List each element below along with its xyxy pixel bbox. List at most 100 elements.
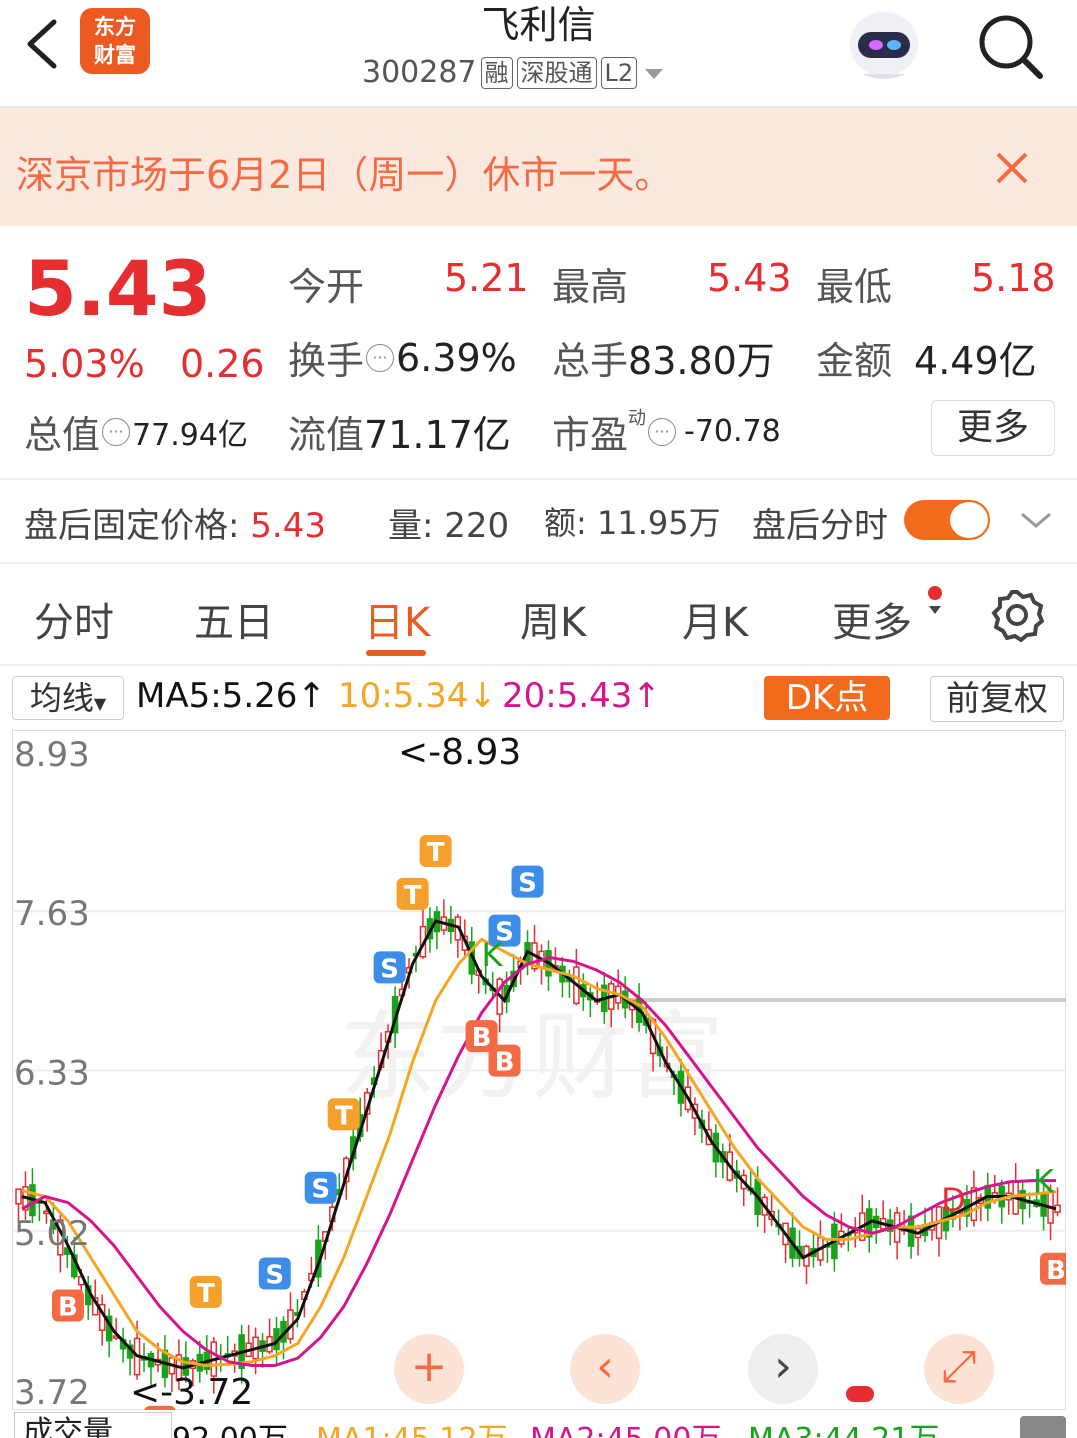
close-icon[interactable] (990, 146, 1034, 190)
ma5-readout: MA5:5.26↑ (136, 676, 326, 716)
volume-selector[interactable]: 成交量 (14, 1412, 172, 1438)
volume-stat: 总手 83.80万 (552, 330, 775, 385)
signal-label: B (472, 1023, 492, 1053)
signal-label: S (265, 1260, 284, 1290)
tab-monthly-k[interactable]: 月K (682, 590, 748, 648)
ma20-readout: 20:5.43↑ (502, 676, 661, 716)
turnover-value: 6.39% (396, 335, 517, 380)
y-tick-label: 5.02 (14, 1214, 90, 1254)
stock-code-row[interactable]: 300287 融 深股通 L2 (362, 55, 667, 90)
info-icon[interactable]: ··· (648, 417, 677, 446)
y-tick-label: 8.93 (14, 735, 90, 775)
robot-assistant-icon[interactable] (842, 4, 926, 84)
after-hours-amount-value: 11.95万 (596, 504, 721, 542)
ma10-readout: 10:5.34↓ (338, 676, 497, 716)
tab-more[interactable]: 更多 (832, 590, 912, 648)
low-label: 最低 (816, 265, 893, 309)
dk-point-button[interactable]: DK点 (764, 676, 890, 720)
open-stat: 今开 (288, 256, 364, 311)
max-price-label: <-8.93 (398, 732, 521, 773)
min-price-label: <-3.72 (130, 1372, 253, 1410)
high-value-box: 5.43 (707, 256, 792, 300)
page-indicator (846, 1386, 874, 1402)
add-indicator-button[interactable]: + (394, 1334, 464, 1404)
collapse-icon[interactable] (1020, 1416, 1066, 1438)
active-tab-indicator (366, 650, 426, 656)
after-hours-toggle[interactable] (904, 500, 990, 540)
after-hours-volume-label: 量: (388, 506, 445, 546)
info-icon[interactable]: ··· (102, 417, 131, 446)
pe-dynamic-mark: 动 (628, 408, 647, 429)
turnover-label: 换手 (288, 339, 365, 383)
volume-ma2: MA2:45.00万 (530, 1414, 721, 1438)
low-stat: 最低 (816, 256, 892, 311)
pe-value: -70.78 (684, 414, 781, 449)
y-tick-label: 6.33 (14, 1053, 90, 1093)
turning-mark: D (941, 1181, 966, 1219)
volume-indicator-row: 成交量 92.00万 MA1:45.12万 MA2:45.00万 MA3:44.… (0, 1412, 1077, 1438)
adjust-mode-button[interactable]: 前复权 (930, 676, 1064, 722)
amount-value: 4.49亿 (914, 339, 1037, 383)
y-tick-label: 7.63 (14, 894, 90, 934)
signal-label: S (380, 954, 399, 984)
high-value: 5.43 (707, 256, 792, 300)
up-arrow-icon: ↑ (297, 676, 326, 716)
after-hours-chart-label: 盘后分时 (752, 506, 888, 546)
open-label: 今开 (288, 265, 365, 309)
volume-label: 总手 (552, 339, 629, 383)
signal-label: T (427, 838, 445, 868)
volume-value: 92.00万 (172, 1414, 288, 1438)
after-hours-volume: 量: 220 (388, 498, 509, 547)
low-value-box: 5.18 (971, 256, 1056, 300)
after-hours-amount-label: 额: (544, 504, 597, 542)
info-icon[interactable]: ··· (366, 343, 395, 372)
candle-body (15, 1188, 22, 1205)
after-hours-volume-value: 220 (444, 506, 510, 546)
turning-mark: K (1033, 1163, 1055, 1201)
ma20-value: 20:5.43 (502, 676, 633, 716)
more-stats-button[interactable]: 更多 (931, 400, 1055, 456)
signal-label: B (58, 1293, 78, 1323)
indicator-caret-icon: ▼ (93, 694, 107, 713)
after-hours-amount: 额: 11.95万 (544, 498, 721, 544)
mktcap-value: 77.94亿 (132, 417, 248, 453)
change-percent: 5.03% (24, 342, 145, 386)
down-arrow-icon: ↓ (468, 676, 497, 716)
signal-label: S (311, 1175, 330, 1205)
indicator-selector-label: 均线 (29, 679, 94, 717)
kline-chart[interactable]: 东方财富 BBTSSTSTTBSSBBKDK 8.937.636.335.023… (12, 730, 1066, 1410)
tag-margin: 融 (480, 56, 513, 89)
tab-five-day[interactable]: 五日 (194, 590, 274, 648)
signal-label: T (404, 881, 422, 911)
turnover-stat[interactable]: 换手 ··· 6.39% (288, 330, 517, 385)
float-stat: 流值 71.17亿 (288, 404, 511, 459)
prev-button[interactable]: ‹ (570, 1334, 640, 1404)
tabs-divider (0, 664, 1077, 666)
after-hours-price-value: 5.43 (250, 506, 326, 546)
volume-value: 83.80万 (628, 339, 775, 383)
mktcap-stat[interactable]: 总值 ··· 77.94亿 (24, 404, 248, 459)
toggle-knob (950, 502, 988, 538)
signal-label: T (335, 1101, 353, 1131)
next-button[interactable]: › (748, 1334, 818, 1404)
indicator-selector[interactable]: 均线▼ (12, 676, 124, 720)
volume-ma3: MA3:44.21万 (748, 1414, 939, 1438)
signal-label: B (1046, 1256, 1066, 1286)
signal-label: S (518, 869, 537, 899)
turning-mark: K (482, 936, 504, 974)
tag-connect: 深股通 (516, 56, 597, 89)
search-icon[interactable] (974, 10, 1046, 82)
tag-l2: L2 (600, 56, 638, 89)
notification-dot (928, 586, 942, 600)
stock-code: 300287 (362, 55, 477, 90)
fullscreen-button[interactable]: ⤢ (924, 1334, 994, 1404)
gear-icon[interactable] (990, 588, 1044, 642)
tab-intraday[interactable]: 分时 (34, 590, 114, 648)
pe-stat[interactable]: 市盈动 ··· -70.78 (552, 404, 781, 459)
chevron-down-icon[interactable] (1018, 508, 1054, 532)
amount-stat: 金额 4.49亿 (816, 330, 1037, 385)
tab-weekly-k[interactable]: 周K (520, 590, 586, 648)
tab-daily-k[interactable]: 日K (364, 590, 430, 648)
up-arrow-icon: ↑ (632, 676, 661, 716)
after-hours-price: 盘后固定价格: 5.43 (24, 498, 326, 547)
